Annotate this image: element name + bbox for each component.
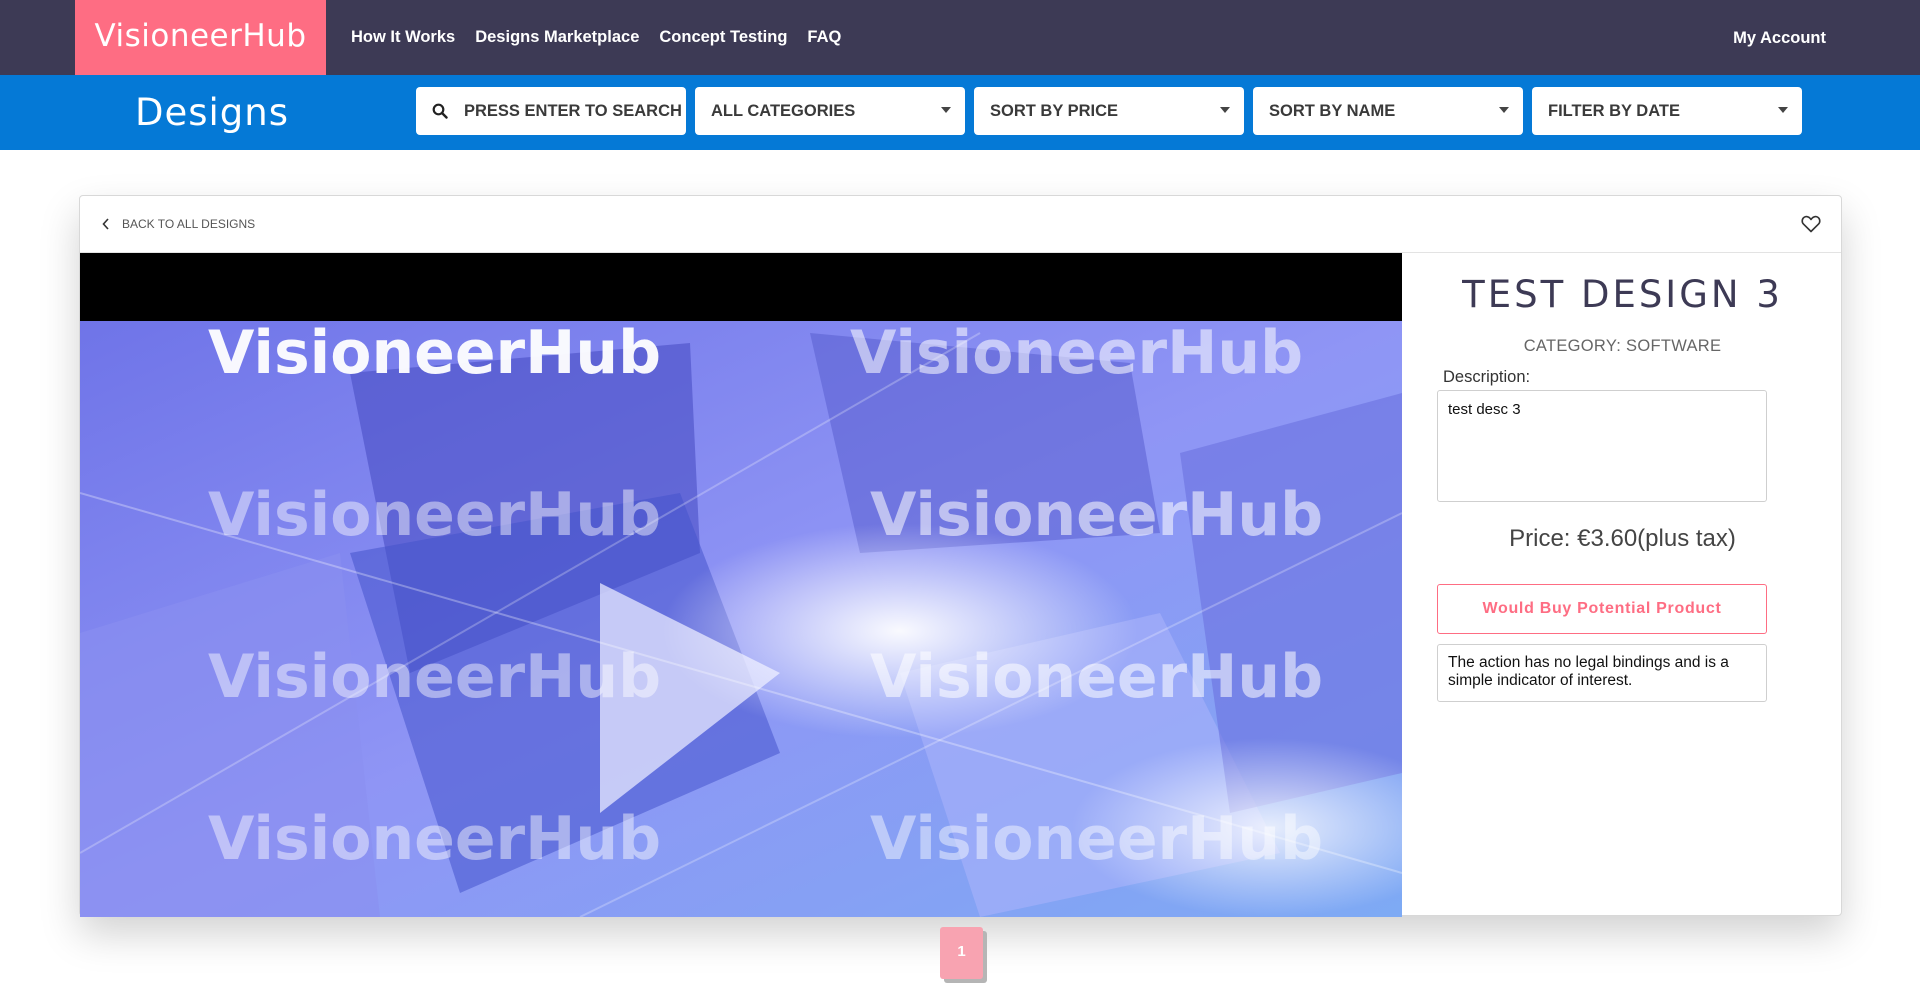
category-select[interactable]: ALL CATEGORIES: [695, 87, 965, 135]
chevron-left-icon: [102, 218, 109, 230]
watermark-text: VisioneerHub: [208, 804, 661, 874]
nav-link-faq[interactable]: FAQ: [807, 28, 841, 47]
nav-links: How It Works Designs Marketplace Concept…: [351, 0, 841, 75]
category-select-value: ALL CATEGORIES: [711, 102, 856, 120]
heart-icon[interactable]: [1801, 215, 1821, 233]
caret-down-icon: [1778, 107, 1788, 113]
search-input[interactable]: PRESS ENTER TO SEARCH: [416, 87, 686, 135]
design-price: Price: €3.60(plus tax): [1509, 525, 1736, 552]
watermark-text: VisioneerHub: [208, 480, 661, 550]
watermark-text: VisioneerHub: [870, 804, 1323, 874]
caret-down-icon: [1499, 107, 1509, 113]
search-placeholder: PRESS ENTER TO SEARCH: [464, 102, 682, 120]
nav-link-how-it-works[interactable]: How It Works: [351, 28, 455, 47]
brand-logo[interactable]: VisioneerHub: [75, 0, 326, 75]
filter-date-value: FILTER BY DATE: [1548, 102, 1680, 120]
description-label: Description:: [1443, 368, 1531, 386]
pagination-page-1[interactable]: 1: [940, 927, 983, 979]
my-account-link[interactable]: My Account: [1733, 0, 1826, 77]
nav-link-concept-testing[interactable]: Concept Testing: [659, 28, 787, 47]
disclaimer-field[interactable]: The action has no legal bindings and is …: [1437, 644, 1767, 702]
watermark-text: VisioneerHub: [208, 318, 661, 388]
page-title: Designs: [135, 91, 290, 134]
watermark-text: VisioneerHub: [208, 642, 661, 712]
would-buy-button[interactable]: Would Buy Potential Product: [1437, 584, 1767, 634]
back-to-designs-link[interactable]: BACK TO ALL DESIGNS: [102, 196, 255, 252]
design-card: BACK TO ALL DESIGNS VisioneerHub Visione…: [79, 195, 1843, 917]
watermark-text: VisioneerHub: [870, 642, 1323, 712]
sort-name-select[interactable]: SORT BY NAME: [1253, 87, 1523, 135]
design-category: CATEGORY: SOFTWARE: [1523, 337, 1722, 355]
watermark-text: VisioneerHub: [850, 318, 1303, 388]
search-icon: [432, 103, 448, 119]
top-navbar: VisioneerHub How It Works Designs Market…: [0, 0, 1920, 75]
sort-price-select[interactable]: SORT BY PRICE: [974, 87, 1244, 135]
caret-down-icon: [941, 107, 951, 113]
watermark-text: VisioneerHub: [870, 480, 1323, 550]
design-title: TEST DESIGN 3: [1462, 273, 1783, 316]
card-header: BACK TO ALL DESIGNS: [80, 196, 1841, 253]
design-details: TEST DESIGN 3 CATEGORY: SOFTWARE Descrip…: [1402, 253, 1843, 917]
caret-down-icon: [1220, 107, 1230, 113]
sort-name-value: SORT BY NAME: [1269, 102, 1396, 120]
sort-price-value: SORT BY PRICE: [990, 102, 1119, 120]
description-field[interactable]: test desc 3: [1437, 390, 1767, 502]
nav-link-designs-marketplace[interactable]: Designs Marketplace: [475, 28, 639, 47]
design-image: VisioneerHub VisioneerHub VisioneerHub V…: [80, 253, 1402, 917]
back-label: BACK TO ALL DESIGNS: [122, 217, 256, 231]
filter-bar: Designs PRESS ENTER TO SEARCH ALL CATEGO…: [0, 75, 1920, 150]
filter-date-select[interactable]: FILTER BY DATE: [1532, 87, 1802, 135]
